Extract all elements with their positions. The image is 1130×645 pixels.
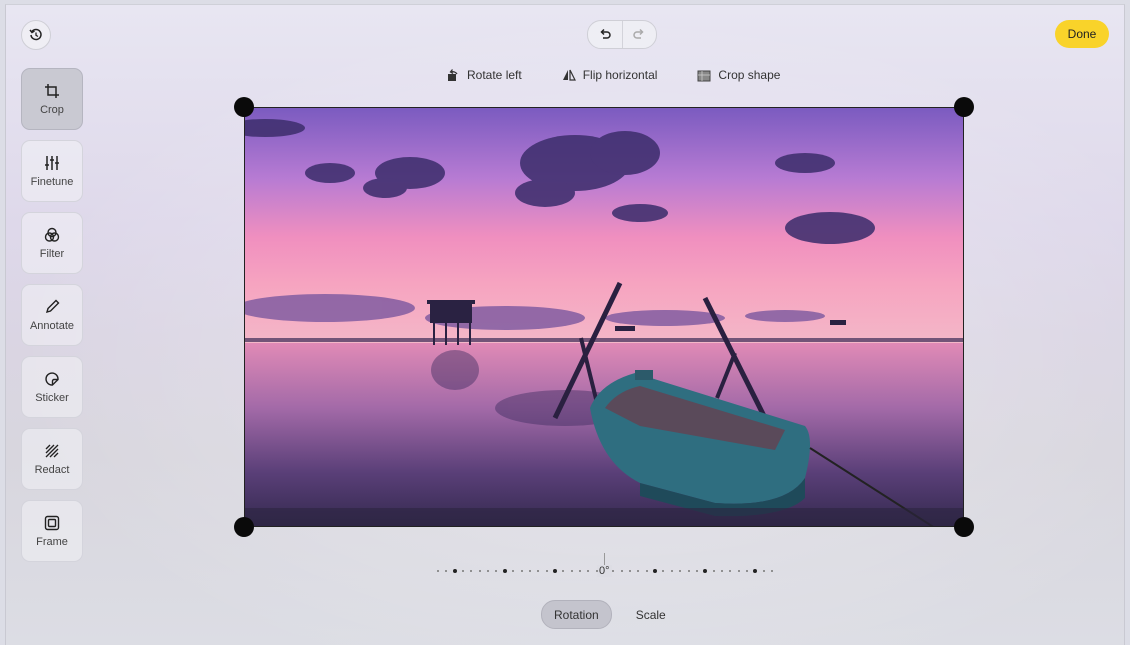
- ruler-tick: [737, 570, 740, 572]
- tool-frame-label: Frame: [36, 535, 68, 548]
- crop-toolbar: Rotate left Flip horizontal Crop shape: [446, 68, 780, 82]
- image-editor: Done Rotate left Flip horizontal Crop sh…: [5, 4, 1125, 645]
- ruler-tick: [520, 570, 523, 572]
- ruler-tick: [512, 570, 515, 572]
- ruler-tick: [753, 569, 758, 573]
- ruler-tick: [679, 570, 682, 572]
- undo-redo-group: [587, 20, 657, 49]
- ruler-tick: [587, 570, 590, 572]
- redact-icon: [45, 444, 59, 457]
- undo-icon: [600, 28, 611, 39]
- tab-rotation[interactable]: Rotation: [541, 600, 612, 629]
- ruler-tick: [720, 570, 723, 572]
- ruler-tick: [653, 569, 658, 573]
- tool-crop[interactable]: Crop: [21, 68, 83, 130]
- filter-icon: [44, 227, 60, 242]
- ruler-tick: [528, 570, 531, 572]
- rotate-left-icon: [448, 69, 458, 81]
- ruler-tick: [729, 570, 732, 572]
- ruler-tick: [629, 570, 632, 572]
- sticker-icon: [45, 371, 59, 386]
- ruler-tick: [703, 569, 708, 573]
- history-button[interactable]: [21, 20, 51, 50]
- ruler-tick: [445, 570, 448, 572]
- tool-crop-label: Crop: [40, 103, 64, 116]
- ruler-tick: [502, 569, 507, 573]
- ruler-tick: [712, 570, 715, 572]
- ruler-tick: [552, 569, 557, 573]
- ruler-tick: [462, 570, 465, 572]
- ruler-tick: [487, 570, 490, 572]
- pencil-icon: [45, 299, 60, 313]
- tool-finetune-label: Finetune: [30, 175, 74, 188]
- flip-horizontal-icon: [562, 69, 576, 81]
- ruler-tick: [452, 569, 457, 573]
- rotate-left-label: Rotate left: [467, 68, 522, 82]
- ruler-tick: [662, 570, 665, 572]
- tool-sticker[interactable]: Sticker: [21, 356, 83, 418]
- ruler-tick: [562, 570, 565, 572]
- crop-shape-icon: [697, 70, 711, 82]
- ruler-center-marker: [604, 553, 605, 565]
- ruler-tick: [437, 570, 439, 572]
- crop-handle-bottom-right[interactable]: [954, 517, 974, 537]
- ruler-tick: [645, 570, 648, 572]
- crop-shape-label: Crop shape: [718, 68, 781, 82]
- ruler-tick: [595, 570, 598, 572]
- image-crop-area[interactable]: [244, 107, 964, 527]
- history-icon: [29, 28, 42, 41]
- ruler-tick: [545, 570, 548, 572]
- tool-sticker-label: Sticker: [35, 391, 69, 404]
- ruler-tick: [570, 570, 573, 572]
- crop-shape-button[interactable]: Crop shape: [697, 68, 780, 82]
- undo-button[interactable]: [588, 21, 622, 48]
- ruler-tick: [771, 570, 773, 572]
- flip-horizontal-label: Flip horizontal: [582, 68, 658, 82]
- tool-frame[interactable]: Frame: [21, 500, 83, 562]
- tool-redact-label: Redact: [34, 463, 70, 476]
- tab-scale[interactable]: Scale: [624, 601, 678, 628]
- rotation-scale-tabs: Rotation Scale: [541, 600, 678, 629]
- ruler-tick: [578, 570, 581, 572]
- frame-icon: [44, 515, 60, 530]
- ruler-tick: [637, 570, 640, 572]
- crop-handle-top-left[interactable]: [234, 97, 254, 117]
- ruler-tick: [495, 570, 498, 572]
- tool-finetune[interactable]: Finetune: [21, 140, 83, 202]
- tool-filter-label: Filter: [39, 247, 65, 260]
- ruler-tick: [537, 570, 540, 572]
- tool-sidebar: Crop Finetune Filter Annotate Sticker Re…: [21, 68, 85, 572]
- rotation-ruler[interactable]: 0°: [421, 553, 791, 583]
- sliders-icon: [45, 155, 59, 170]
- ruler-tick: [470, 570, 473, 572]
- tool-annotate-label: Annotate: [29, 319, 75, 332]
- ruler-tick: [695, 570, 698, 572]
- tool-filter[interactable]: Filter: [21, 212, 83, 274]
- ruler-tick: [478, 570, 481, 572]
- redo-button[interactable]: [621, 21, 657, 48]
- crop-handle-bottom-left[interactable]: [234, 517, 254, 537]
- tool-redact[interactable]: Redact: [21, 428, 83, 490]
- ruler-tick: [612, 570, 615, 572]
- ruler-tick: [670, 570, 673, 572]
- rotation-value: 0°: [597, 565, 612, 577]
- tool-annotate[interactable]: Annotate: [21, 284, 83, 346]
- done-button[interactable]: Done: [1055, 20, 1109, 48]
- crop-handle-top-right[interactable]: [954, 97, 974, 117]
- ruler-tick: [762, 570, 765, 572]
- redo-icon: [633, 28, 644, 39]
- ruler-tick: [687, 570, 690, 572]
- ruler-tick: [745, 570, 748, 572]
- rotate-left-button[interactable]: Rotate left: [446, 68, 522, 82]
- ruler-tick: [620, 570, 623, 572]
- crop-icon: [45, 83, 59, 98]
- flip-horizontal-button[interactable]: Flip horizontal: [562, 68, 658, 82]
- photo-sunset-boat: [245, 108, 963, 526]
